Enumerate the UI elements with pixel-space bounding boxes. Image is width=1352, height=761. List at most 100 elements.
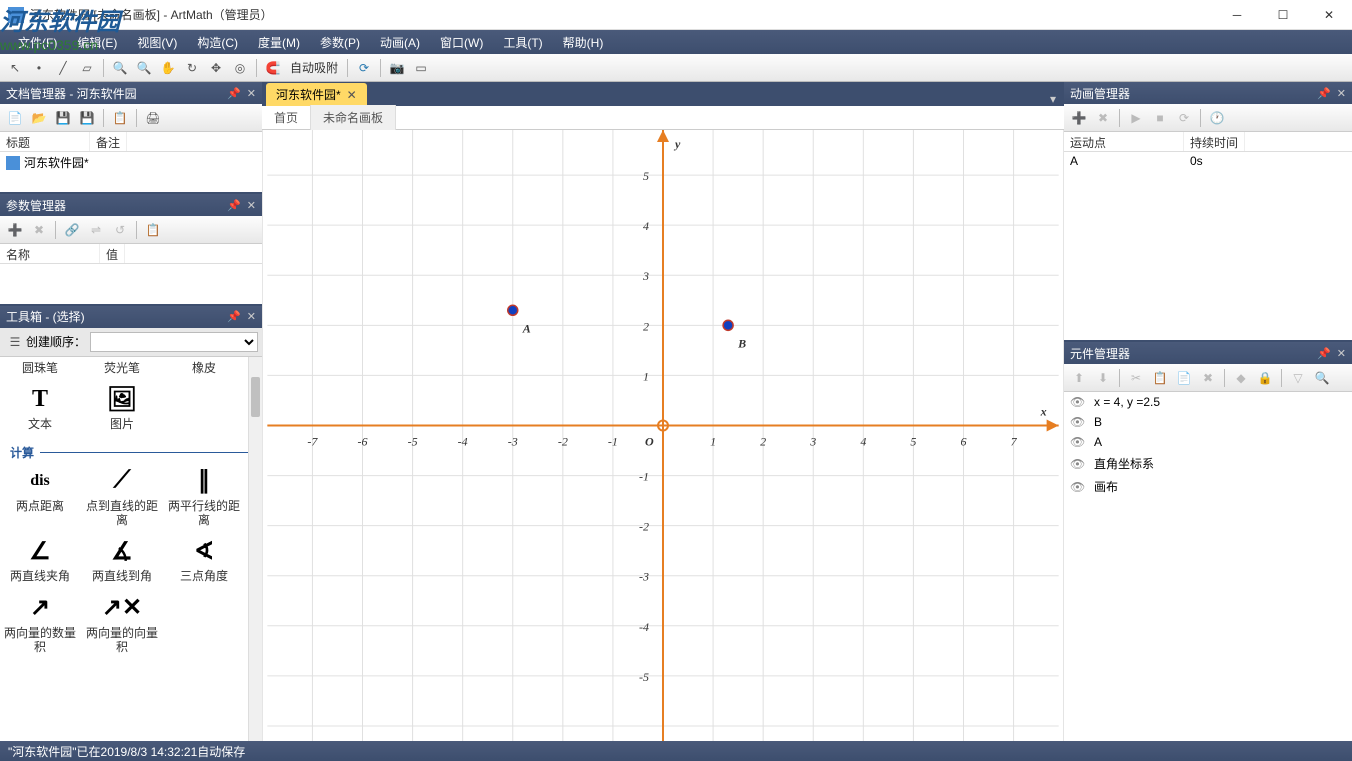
doc-tab-menu-icon[interactable]: ▾ <box>1042 92 1064 106</box>
print-icon[interactable]: 🖨 <box>142 107 164 129</box>
elem-up-icon[interactable]: ⬆ <box>1068 367 1090 389</box>
line-icon[interactable]: ╱ <box>52 57 74 79</box>
zoom-out-icon[interactable]: 🔍 <box>133 57 155 79</box>
move-icon[interactable]: ✥ <box>205 57 227 79</box>
elem-search-icon[interactable]: 🔍 <box>1311 367 1333 389</box>
elem-copy-icon[interactable]: 📋 <box>1149 367 1171 389</box>
polygon-icon[interactable]: ▱ <box>76 57 98 79</box>
target-icon[interactable]: ◎ <box>229 57 251 79</box>
tool-image[interactable]: 🖼图片 <box>86 383 158 431</box>
anim-loop-icon[interactable]: ⟳ <box>1173 107 1195 129</box>
menu-construct[interactable]: 构造(C) <box>187 30 248 54</box>
close-icon[interactable]: ✕ <box>247 87 256 100</box>
elem-show-icon[interactable]: ◆ <box>1230 367 1252 389</box>
subtab-board[interactable]: 未命名画板 <box>311 105 396 130</box>
doc-tab-close-icon[interactable]: ✕ <box>347 88 357 102</box>
close-icon[interactable]: ✕ <box>247 199 256 212</box>
tool-highlighter[interactable]: 荧光笔 <box>86 361 158 375</box>
tool-angle-3pt[interactable]: ∢三点角度 <box>168 535 240 583</box>
link-icon[interactable]: 🔗 <box>61 219 83 241</box>
menu-measure[interactable]: 度量(M) <box>248 30 310 54</box>
maximize-button[interactable]: ☐ <box>1260 0 1306 30</box>
elem-paste-icon[interactable]: 📄 <box>1173 367 1195 389</box>
anim-stop-icon[interactable]: ■ <box>1149 107 1171 129</box>
anim-add-icon[interactable]: ➕ <box>1068 107 1090 129</box>
tool-distance-pts[interactable]: dis两点距离 <box>4 465 76 528</box>
elem-cut-icon[interactable]: ✂ <box>1125 367 1147 389</box>
pin-icon[interactable]: 📌 <box>227 310 241 323</box>
elem-row[interactable]: 👁B <box>1064 412 1352 432</box>
refresh-icon[interactable]: ⟳ <box>353 57 375 79</box>
zoom-in-icon[interactable]: 🔍 <box>109 57 131 79</box>
magnet-icon[interactable]: 🧲 <box>262 57 284 79</box>
doc-row[interactable]: 河东软件园* <box>0 152 262 173</box>
close-icon[interactable]: ✕ <box>1337 87 1346 100</box>
menu-help[interactable]: 帮助(H) <box>553 30 614 54</box>
pin-icon[interactable]: 📌 <box>1317 87 1331 100</box>
save-icon[interactable]: 💾 <box>52 107 74 129</box>
reset-icon[interactable]: ↺ <box>109 219 131 241</box>
pin-icon[interactable]: 📌 <box>227 199 241 212</box>
eye-icon[interactable]: 👁 <box>1070 415 1086 429</box>
menu-window[interactable]: 窗口(W) <box>430 30 493 54</box>
menu-edit[interactable]: 编辑(E) <box>67 30 127 54</box>
copy-icon[interactable]: 📋 <box>109 107 131 129</box>
close-icon[interactable]: ✕ <box>1337 347 1346 360</box>
elem-row[interactable]: 👁A <box>1064 432 1352 452</box>
subtab-home[interactable]: 首页 <box>262 105 311 130</box>
tool-pen[interactable]: 圆珠笔 <box>4 361 76 375</box>
minimize-button[interactable]: ─ <box>1214 0 1260 30</box>
tool-angle-lines[interactable]: ∠两直线夹角 <box>4 535 76 583</box>
eye-icon[interactable]: 👁 <box>1070 435 1086 449</box>
eye-icon[interactable]: 👁 <box>1070 395 1086 409</box>
list-icon[interactable]: ☰ <box>4 331 26 353</box>
toolbox-scroll[interactable] <box>248 357 262 741</box>
menu-view[interactable]: 视图(V) <box>127 30 187 54</box>
cursor-icon[interactable]: ↖ <box>4 57 26 79</box>
anim-clock-icon[interactable]: 🕐 <box>1206 107 1228 129</box>
tool-angle-to[interactable]: ∡两直线到角 <box>86 535 158 583</box>
eye-icon[interactable]: 👁 <box>1070 480 1086 494</box>
elem-row[interactable]: 👁x = 4, y =2.5 <box>1064 392 1352 412</box>
elem-down-icon[interactable]: ⬇ <box>1092 367 1114 389</box>
delete-icon[interactable]: ✖ <box>28 219 50 241</box>
pin-icon[interactable]: 📌 <box>227 87 241 100</box>
close-button[interactable]: ✕ <box>1306 0 1352 30</box>
elem-row[interactable]: 👁画布 <box>1064 475 1352 498</box>
add-icon[interactable]: ➕ <box>4 219 26 241</box>
order-combo[interactable] <box>90 332 258 352</box>
anim-delete-icon[interactable]: ✖ <box>1092 107 1114 129</box>
menu-file[interactable]: 文件(F) <box>8 30 67 54</box>
close-icon[interactable]: ✕ <box>247 310 256 323</box>
point-icon[interactable]: • <box>28 57 50 79</box>
new-doc-icon[interactable]: 📄 <box>4 107 26 129</box>
menu-tool[interactable]: 工具(T) <box>493 30 552 54</box>
doc-tab[interactable]: 河东软件园* ✕ <box>266 83 367 106</box>
elem-lock-icon[interactable]: 🔒 <box>1254 367 1276 389</box>
tool-parallel-dist[interactable]: ∥两平行线的距离 <box>168 465 240 528</box>
anim-play-icon[interactable]: ▶ <box>1125 107 1147 129</box>
camera-icon[interactable]: 📷 <box>386 57 408 79</box>
tool-dot-product[interactable]: ↗两向量的数量积 <box>4 592 76 655</box>
hand-icon[interactable]: ✋ <box>157 57 179 79</box>
copy-param-icon[interactable]: 📋 <box>142 219 164 241</box>
autosnap-label[interactable]: 自动吸附 <box>286 59 342 76</box>
menu-param[interactable]: 参数(P) <box>310 30 370 54</box>
tool-text[interactable]: T文本 <box>4 383 76 431</box>
unlink-icon[interactable]: ⇌ <box>85 219 107 241</box>
saveall-icon[interactable]: 💾 <box>76 107 98 129</box>
elem-filter-icon[interactable]: ▽ <box>1287 367 1309 389</box>
eye-icon[interactable]: 👁 <box>1070 457 1086 471</box>
tool-cross-product[interactable]: ↗✕两向量的向量积 <box>86 592 158 655</box>
pin-icon[interactable]: 📌 <box>1317 347 1331 360</box>
tool-eraser[interactable]: 橡皮 <box>168 361 240 375</box>
anim-row[interactable]: A 0s <box>1064 152 1352 170</box>
open-icon[interactable]: 📂 <box>28 107 50 129</box>
rect-icon[interactable]: ▭ <box>410 57 432 79</box>
menu-anim[interactable]: 动画(A) <box>370 30 430 54</box>
elem-delete-icon[interactable]: ✖ <box>1197 367 1219 389</box>
elem-row[interactable]: 👁直角坐标系 <box>1064 452 1352 475</box>
tool-pt-line-dist[interactable]: ⟋点到直线的距离 <box>86 465 158 528</box>
canvas[interactable]: -7-6-5-4-3-2-11234567-5-4-3-2-112345xyOA… <box>262 130 1064 741</box>
rotate-icon[interactable]: ↻ <box>181 57 203 79</box>
